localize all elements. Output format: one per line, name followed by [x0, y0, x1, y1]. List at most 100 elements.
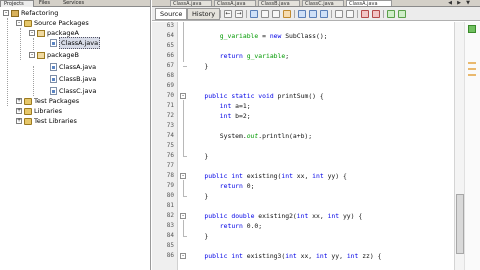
line-number: 82: [166, 212, 174, 219]
code-line: }: [189, 152, 209, 160]
file-label: ClassB.java: [59, 75, 97, 83]
java-file-icon: [50, 39, 57, 47]
tree-node-packageB-classB[interactable]: ClassB.java: [50, 74, 96, 84]
comment-icon[interactable]: [387, 10, 395, 18]
uncomment-icon[interactable]: [398, 10, 406, 18]
java-file-icon: [50, 63, 57, 71]
editor-tab[interactable]: ClassC.java: [302, 0, 344, 6]
find-icon[interactable]: [250, 10, 258, 18]
tree-node-project[interactable]: - Refactoring: [3, 8, 58, 18]
tree-node-packageB-classA[interactable]: ClassA.java: [50, 62, 96, 72]
projects-panel: Projects Files Services - Refactoring - …: [0, 0, 151, 270]
line-number: 79: [166, 182, 174, 189]
toolbar-separator: [357, 10, 358, 18]
collapse-toggle-icon[interactable]: -: [16, 20, 22, 26]
editor-tab[interactable]: ClassA.java: [170, 0, 212, 6]
run-macro-icon[interactable]: [361, 10, 369, 18]
expand-toggle-icon[interactable]: +: [16, 98, 22, 104]
fold-collapse-icon[interactable]: -: [180, 173, 186, 179]
project-label: Refactoring: [21, 9, 59, 17]
prev-bookmark-icon[interactable]: [309, 10, 317, 18]
toolbar-separator: [294, 10, 295, 18]
tab-list-icon[interactable]: ▼: [464, 0, 472, 6]
expand-toggle-icon[interactable]: +: [16, 118, 22, 124]
tab-files[interactable]: Files: [36, 0, 58, 7]
tree-node-packageB-classC[interactable]: ClassC.java: [50, 86, 96, 96]
editor-tab[interactable]: ClassA.java: [214, 0, 256, 6]
toggle-bookmark-icon[interactable]: [298, 10, 306, 18]
editor-tab-active[interactable]: ClassA.java: [346, 0, 392, 6]
shift-left-icon[interactable]: [335, 10, 343, 18]
line-number: 68: [166, 72, 174, 79]
tree-node-packageA-classA[interactable]: ClassA.java: [50, 37, 101, 49]
stop-macro-icon[interactable]: [372, 10, 380, 18]
source-packages-label: Source Packages: [34, 19, 89, 27]
code-line: int b=2;: [219, 112, 251, 120]
line-number: 85: [166, 242, 174, 249]
line-number: 75: [166, 142, 174, 149]
code-line: public static void printSum() {: [204, 92, 324, 100]
fold-collapse-icon[interactable]: -: [180, 93, 186, 99]
fold-collapse-icon[interactable]: -: [180, 253, 186, 259]
code-line: return 0.0;: [219, 222, 263, 230]
toggle-highlight-icon[interactable]: [283, 10, 291, 18]
line-number: 73: [166, 122, 174, 129]
scroll-tabs-right-icon[interactable]: ▶: [455, 0, 463, 6]
fold-guide: [183, 100, 184, 156]
back-icon[interactable]: ←: [224, 10, 232, 18]
error-stripe[interactable]: [464, 22, 480, 270]
line-number: 70: [166, 92, 174, 99]
collapse-toggle-icon[interactable]: -: [29, 52, 35, 58]
packageB-label: packageB: [47, 51, 79, 59]
projects-tabbar: Projects Files Services: [0, 0, 150, 7]
tree-line: [7, 18, 8, 106]
history-view-tab[interactable]: History: [187, 8, 221, 20]
shift-right-icon[interactable]: [346, 10, 354, 18]
tree-node-test-libraries[interactable]: + Test Libraries: [16, 116, 77, 126]
next-bookmark-icon[interactable]: [320, 10, 328, 18]
next-occurrence-icon[interactable]: [272, 10, 280, 18]
tree-node-libraries[interactable]: + Libraries: [16, 106, 62, 116]
project-icon: [11, 9, 19, 17]
package-icon: [37, 29, 45, 37]
code-line: }: [189, 62, 209, 70]
collapse-toggle-icon[interactable]: -: [29, 30, 35, 36]
annotation-mark[interactable]: [468, 74, 476, 76]
code-editor[interactable]: 63 64 65 66 67 68 69 70 71 72 73 74 75 7…: [152, 22, 480, 270]
vertical-scrollbar[interactable]: [454, 22, 464, 270]
toolbar-separator: [331, 10, 332, 18]
line-number: 74: [166, 132, 174, 139]
line-number: 80: [166, 192, 174, 199]
tab-projects[interactable]: Projects: [0, 0, 34, 7]
forward-icon[interactable]: →: [235, 10, 243, 18]
line-number: 72: [166, 112, 174, 119]
editor-toolbar: Source History ← →: [152, 7, 480, 21]
fold-end-marker: [183, 66, 187, 67]
tab-services[interactable]: Services: [60, 0, 90, 7]
prev-occurrence-icon[interactable]: [261, 10, 269, 18]
code-line: }: [189, 232, 209, 240]
tree-node-packageB[interactable]: - packageB: [29, 50, 79, 60]
toolbar-separator: [246, 10, 247, 18]
test-libraries-icon: [24, 117, 32, 125]
line-number: 69: [166, 82, 174, 89]
fold-guide: [183, 180, 184, 196]
file-label: ClassA.java: [59, 63, 97, 71]
expand-toggle-icon[interactable]: +: [16, 108, 22, 114]
editor-tab[interactable]: ClassB.java: [258, 0, 300, 6]
tree-node-test-packages[interactable]: + Test Packages: [16, 96, 79, 106]
annotation-mark[interactable]: [468, 62, 476, 64]
tree-line: [33, 38, 34, 50]
code-line: public double existing2(int xx, int yy) …: [204, 212, 363, 220]
scrollbar-thumb[interactable]: [456, 194, 464, 254]
fold-collapse-icon[interactable]: -: [180, 213, 186, 219]
source-view-tab[interactable]: Source: [155, 8, 188, 20]
test-packages-label: Test Packages: [34, 97, 80, 105]
collapse-toggle-icon[interactable]: -: [3, 10, 9, 16]
toolbar-separator: [383, 10, 384, 18]
tree-node-source-packages[interactable]: - Source Packages: [16, 18, 89, 28]
toolbar-separator: [220, 10, 221, 18]
scroll-tabs-left-icon[interactable]: ◀: [446, 0, 454, 6]
annotation-mark[interactable]: [468, 68, 476, 70]
code-line: public int existing(int xx, int yy) {: [204, 172, 347, 180]
